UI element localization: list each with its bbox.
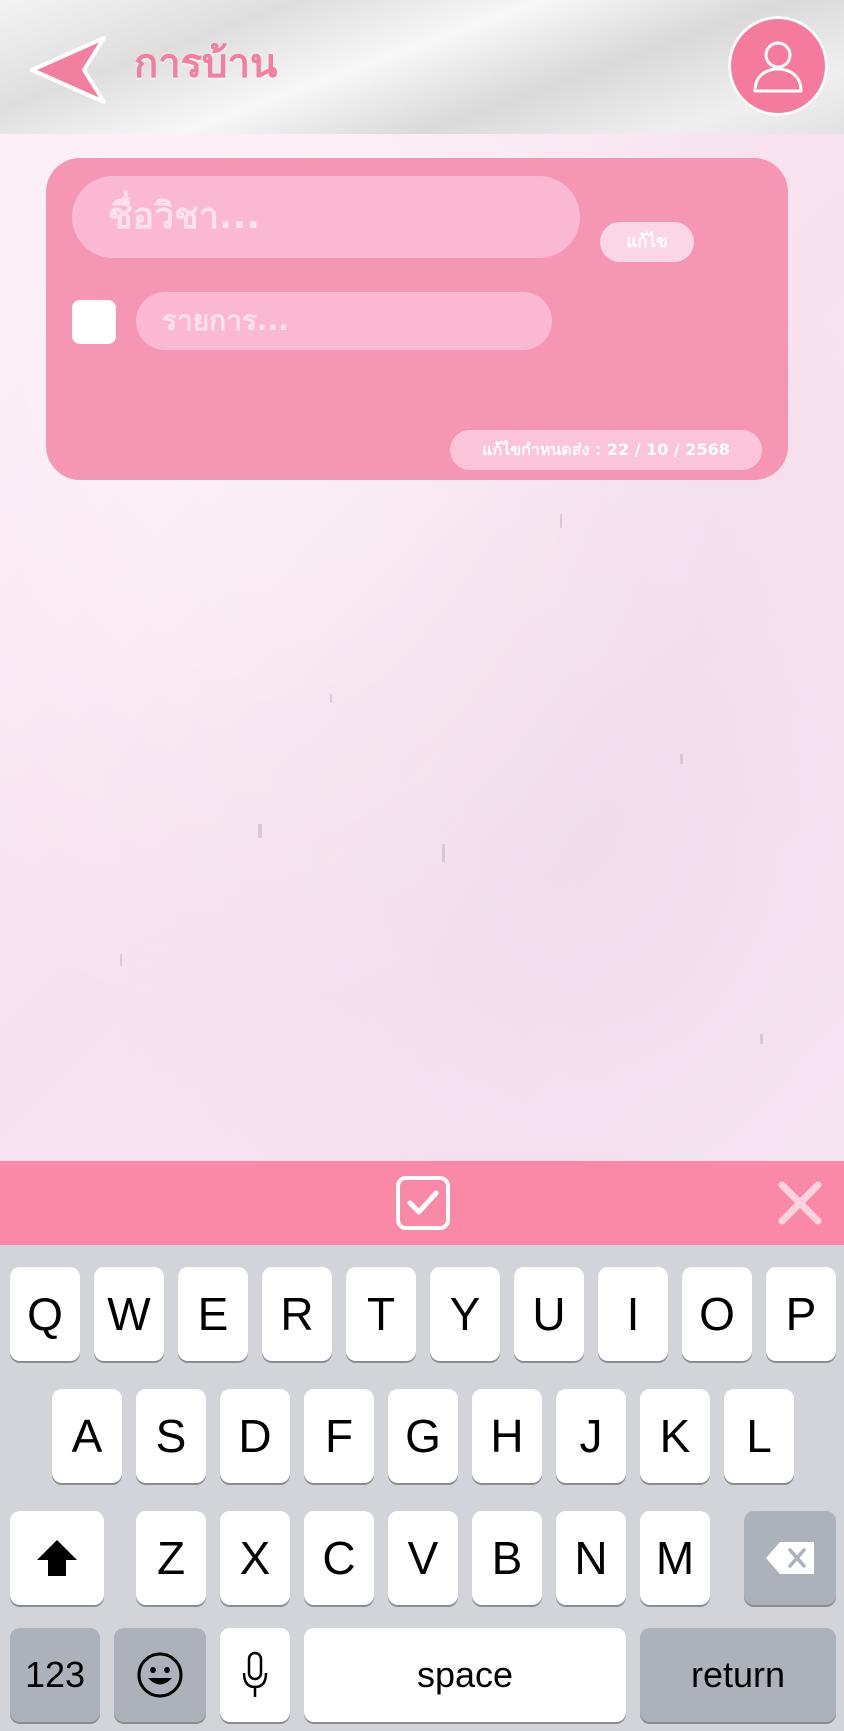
task-item-input[interactable]: รายการ... (136, 292, 552, 350)
paper-speck (330, 694, 332, 703)
key-i[interactable]: I (598, 1267, 668, 1361)
key-x[interactable]: X (220, 1511, 290, 1605)
key-u[interactable]: U (514, 1267, 584, 1361)
shift-key[interactable] (10, 1511, 104, 1605)
key-y[interactable]: Y (430, 1267, 500, 1361)
delete-key[interactable] (744, 1511, 836, 1605)
space-key[interactable]: space (304, 1628, 626, 1722)
paper-speck (442, 844, 445, 862)
homework-card: ชื่อวิชา... แก้ไข รายการ... แก้ไขกำหนดส่… (46, 158, 788, 480)
key-n[interactable]: N (556, 1511, 626, 1605)
back-button[interactable] (26, 28, 110, 112)
confirm-button[interactable] (396, 1176, 450, 1230)
subject-name-input[interactable]: ชื่อวิชา... (72, 176, 580, 258)
back-arrow-icon (30, 36, 106, 104)
key-v[interactable]: V (388, 1511, 458, 1605)
edit-due-date-button[interactable]: แก้ไขกำหนดส่ง : 22 / 10 / 2568 (450, 430, 762, 470)
emoji-icon (137, 1652, 183, 1698)
key-r[interactable]: R (262, 1267, 332, 1361)
paper-speck (120, 954, 122, 966)
backspace-icon (766, 1542, 814, 1574)
key-j[interactable]: J (556, 1389, 626, 1483)
key-m[interactable]: M (640, 1511, 710, 1605)
on-screen-keyboard: Q W E R T Y U I O P A S D F G H J K L Z … (0, 1245, 844, 1731)
paper-speck (680, 754, 683, 764)
key-f[interactable]: F (304, 1389, 374, 1483)
paper-speck (760, 1034, 763, 1044)
edit-subject-button[interactable]: แก้ไข (600, 222, 694, 262)
checkbox-check-icon (407, 1190, 439, 1215)
close-icon (778, 1181, 822, 1225)
key-h[interactable]: H (472, 1389, 542, 1483)
page-title: การบ้าน (134, 41, 278, 87)
keyboard-accessory-bar (0, 1161, 844, 1245)
key-z[interactable]: Z (136, 1511, 206, 1605)
close-button[interactable] (776, 1179, 824, 1227)
key-c[interactable]: C (304, 1511, 374, 1605)
key-o[interactable]: O (682, 1267, 752, 1361)
emoji-key[interactable] (114, 1628, 206, 1722)
key-k[interactable]: K (640, 1389, 710, 1483)
shift-icon (37, 1540, 77, 1576)
profile-button[interactable] (728, 16, 828, 116)
paper-speck (258, 824, 262, 838)
microphone-icon (242, 1651, 268, 1697)
key-d[interactable]: D (220, 1389, 290, 1483)
numbers-key[interactable]: 123 (10, 1628, 100, 1722)
key-q[interactable]: Q (10, 1267, 80, 1361)
user-profile-icon (753, 41, 803, 93)
key-w[interactable]: W (94, 1267, 164, 1361)
key-t[interactable]: T (346, 1267, 416, 1361)
return-key[interactable]: return (640, 1628, 836, 1722)
key-l[interactable]: L (724, 1389, 794, 1483)
microphone-key[interactable] (220, 1628, 290, 1722)
header-bar: การบ้าน (0, 0, 844, 134)
key-b[interactable]: B (472, 1511, 542, 1605)
item-checkbox[interactable] (72, 300, 116, 344)
key-g[interactable]: G (388, 1389, 458, 1483)
key-s[interactable]: S (136, 1389, 206, 1483)
key-a[interactable]: A (52, 1389, 122, 1483)
paper-speck (560, 514, 562, 528)
key-p[interactable]: P (766, 1267, 836, 1361)
key-e[interactable]: E (178, 1267, 248, 1361)
